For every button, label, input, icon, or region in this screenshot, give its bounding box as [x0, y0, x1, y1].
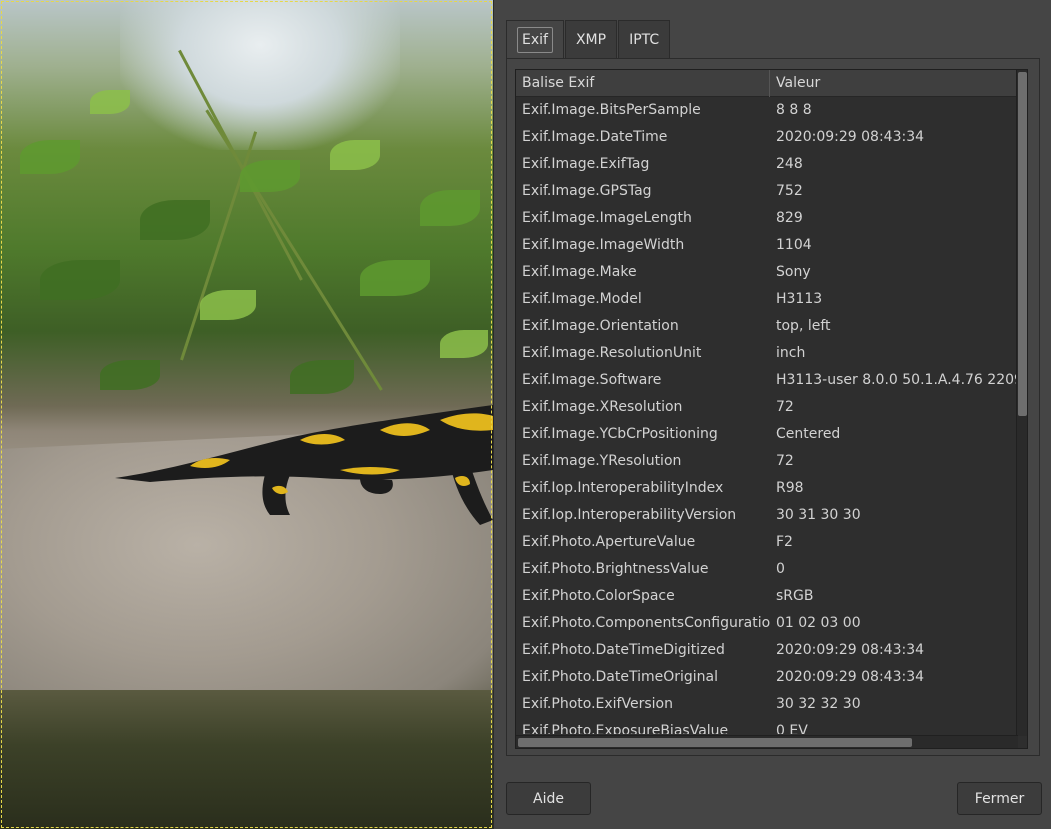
close-button[interactable]: Fermer — [957, 782, 1042, 815]
tab-iptc[interactable]: IPTC — [618, 20, 671, 58]
table-row[interactable]: Exif.Photo.ExifVersion 30 32 32 30 — [516, 691, 1018, 718]
table-header: Balise Exif Valeur — [516, 70, 1018, 97]
exif-tag-cell: Exif.Photo.DateTimeDigitized — [522, 642, 725, 658]
exif-value-cell: 2020:09:29 08:43:34 — [776, 669, 925, 685]
exif-value-cell: F2 — [776, 534, 793, 550]
exif-tag-cell: Exif.Photo.ComponentsConfiguration — [522, 615, 770, 631]
tab-panel-exif: Balise Exif Valeur Exif.Image.BitsPerSam… — [506, 58, 1040, 756]
exif-value-cell: 1104 — [776, 237, 812, 253]
exif-tag-cell: Exif.Image.Software — [522, 372, 662, 388]
exif-tag-cell: Exif.Image.GPSTag — [522, 183, 652, 199]
table-row[interactable]: Exif.Image.YCbCrPositioning Centered — [516, 421, 1018, 448]
table-row[interactable]: Exif.Image.GPSTag 752 — [516, 178, 1018, 205]
exif-tree-view[interactable]: Balise Exif Valeur Exif.Image.BitsPerSam… — [515, 69, 1028, 749]
exif-value-cell: top, left — [776, 318, 831, 334]
vertical-scrollbar[interactable] — [1016, 70, 1027, 736]
exif-value-cell: 72 — [776, 399, 794, 415]
exif-tag-cell: Exif.Photo.ColorSpace — [522, 588, 675, 604]
table-body: Exif.Image.BitsPerSample 8 8 8 Exif.Image.… — [516, 97, 1018, 734]
horizontal-scrollbar[interactable] — [516, 735, 1018, 748]
metadata-tabs: Exif XMP IPTC — [506, 20, 671, 58]
exif-value-cell: 0 EV — [776, 723, 808, 734]
exif-tag-cell: Exif.Photo.ExposureBiasValue — [522, 723, 729, 734]
exif-tag-cell: Exif.Image.ImageLength — [522, 210, 692, 226]
table-row[interactable]: Exif.Photo.DateTimeOriginal 2020:09:29 08… — [516, 664, 1018, 691]
exif-value-cell: 72 — [776, 453, 794, 469]
exif-value-cell: 829 — [776, 210, 803, 226]
table-row[interactable]: Exif.Image.BitsPerSample 8 8 8 — [516, 97, 1018, 124]
exif-tag-cell: Exif.Photo.ApertureValue — [522, 534, 696, 550]
exif-tag-cell: Exif.Iop.InteroperabilityVersion — [522, 507, 737, 523]
salamander-illustration — [115, 405, 493, 525]
exif-tag-cell: Exif.Image.YCbCrPositioning — [522, 426, 718, 442]
help-button[interactable]: Aide — [506, 782, 591, 815]
exif-tag-cell: Exif.Photo.ExifVersion — [522, 696, 673, 712]
exif-value-cell: H3113-user 8.0.0 50.1.A.4.76 220947 — [776, 372, 1018, 388]
exif-tag-cell: Exif.Image.ExifTag — [522, 156, 650, 172]
exif-tag-cell: Exif.Image.BitsPerSample — [522, 102, 701, 118]
exif-tag-cell: Exif.Image.ResolutionUnit — [522, 345, 702, 361]
exif-value-cell: 2020:09:29 08:43:34 — [776, 129, 925, 145]
table-row[interactable]: Exif.Photo.ColorSpace sRGB — [516, 583, 1018, 610]
exif-tag-cell: Exif.Photo.BrightnessValue — [522, 561, 709, 577]
table-row[interactable]: Exif.Iop.InteroperabilityIndex R98 — [516, 475, 1018, 502]
tab-exif[interactable]: Exif — [506, 20, 564, 58]
column-header-value[interactable]: Valeur — [770, 70, 1018, 97]
exif-value-cell: 01 02 03 00 — [776, 615, 861, 631]
table-row[interactable]: Exif.Photo.ApertureValue F2 — [516, 529, 1018, 556]
table-row[interactable]: Exif.Photo.ExposureBiasValue 0 EV — [516, 718, 1018, 734]
table-row[interactable]: Exif.Image.ExifTag 248 — [516, 151, 1018, 178]
table-row[interactable]: Exif.Image.ResolutionUnit inch — [516, 340, 1018, 367]
exif-tag-cell: Exif.Image.XResolution — [522, 399, 683, 415]
exif-tag-cell: Exif.Image.DateTime — [522, 129, 668, 145]
exif-value-cell: R98 — [776, 480, 804, 496]
exif-value-cell: Sony — [776, 264, 811, 280]
column-header-tag[interactable]: Balise Exif — [516, 70, 770, 97]
table-row[interactable]: Exif.Image.DateTime 2020:09:29 08:43:34 — [516, 124, 1018, 151]
table-row[interactable]: Exif.Image.Software H3113-user 8.0.0 50.1… — [516, 367, 1018, 394]
image-canvas[interactable] — [0, 0, 493, 829]
exif-tag-cell: Exif.Image.ImageWidth — [522, 237, 685, 253]
exif-value-cell: 30 31 30 30 — [776, 507, 861, 523]
exif-value-cell: 8 8 8 — [776, 102, 812, 118]
table-row[interactable]: Exif.Image.ImageWidth 1104 — [516, 232, 1018, 259]
table-row[interactable]: Exif.Image.YResolution 72 — [516, 448, 1018, 475]
table-row[interactable]: Exif.Photo.DateTimeDigitized 2020:09:29 0… — [516, 637, 1018, 664]
metadata-viewer-dialog: Exif XMP IPTC Balise Exif Valeur Exif.Im… — [493, 0, 1051, 829]
exif-tag-cell: Exif.Image.Model — [522, 291, 642, 307]
exif-tag-cell: Exif.Image.Make — [522, 264, 637, 280]
exif-value-cell: inch — [776, 345, 806, 361]
vertical-scrollbar-thumb[interactable] — [1018, 72, 1027, 416]
exif-tag-cell: Exif.Image.Orientation — [522, 318, 679, 334]
exif-value-cell: 2020:09:29 08:43:34 — [776, 642, 925, 658]
table-row[interactable]: Exif.Photo.ComponentsConfiguration 01 02 … — [516, 610, 1018, 637]
exif-tag-cell: Exif.Iop.InteroperabilityIndex — [522, 480, 724, 496]
table-row[interactable]: Exif.Iop.InteroperabilityVersion 30 31 30… — [516, 502, 1018, 529]
horizontal-scrollbar-thumb[interactable] — [518, 738, 912, 747]
exif-value-cell: 248 — [776, 156, 803, 172]
exif-value-cell: 0 — [776, 561, 785, 577]
table-row[interactable]: Exif.Image.ImageLength 829 — [516, 205, 1018, 232]
table-row[interactable]: Exif.Photo.BrightnessValue 0 — [516, 556, 1018, 583]
table-row[interactable]: Exif.Image.Model H3113 — [516, 286, 1018, 313]
table-row[interactable]: Exif.Image.Orientation top, left — [516, 313, 1018, 340]
exif-value-cell: H3113 — [776, 291, 823, 307]
exif-value-cell: 30 32 32 30 — [776, 696, 861, 712]
exif-value-cell: Centered — [776, 426, 841, 442]
exif-tag-cell: Exif.Image.YResolution — [522, 453, 682, 469]
table-row[interactable]: Exif.Image.XResolution 72 — [516, 394, 1018, 421]
tab-xmp[interactable]: XMP — [564, 20, 618, 58]
exif-value-cell: 752 — [776, 183, 803, 199]
exif-tag-cell: Exif.Photo.DateTimeOriginal — [522, 669, 719, 685]
exif-value-cell: sRGB — [776, 588, 814, 604]
table-row[interactable]: Exif.Image.Make Sony — [516, 259, 1018, 286]
